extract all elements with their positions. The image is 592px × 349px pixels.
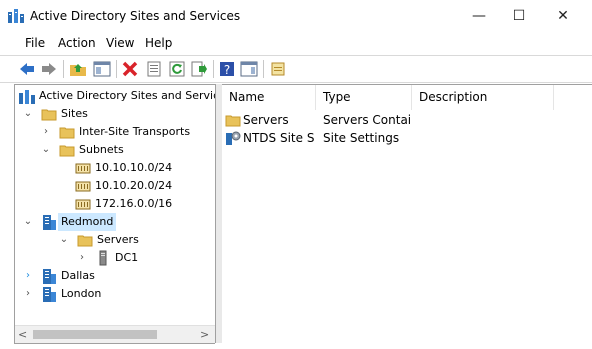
site-icon <box>43 215 56 230</box>
list-item-name: Servers <box>243 113 289 127</box>
menu-file[interactable]: File <box>25 36 45 50</box>
tree-label: 172.16.0.0/16 <box>95 197 173 210</box>
refresh-icon[interactable] <box>168 60 186 78</box>
column-header-description[interactable]: Description <box>412 85 554 110</box>
menu-help[interactable]: Help <box>145 36 172 50</box>
chevron-down-icon[interactable]: ⌄ <box>23 213 33 231</box>
ad-sites-app-icon <box>8 9 24 23</box>
tree-label: Dallas <box>61 269 95 282</box>
folder-icon <box>59 127 75 139</box>
title-bar: Active Directory Sites and Services — ☐ … <box>0 0 592 32</box>
scroll-thumb[interactable] <box>33 330 157 339</box>
new-object-icon[interactable] <box>269 60 287 78</box>
list-item-type: Site Settings <box>323 131 400 145</box>
chevron-right-icon[interactable]: › <box>77 249 87 267</box>
chevron-right-icon[interactable]: › <box>23 267 33 285</box>
forward-icon[interactable] <box>40 60 58 78</box>
chevron-down-icon[interactable]: ⌄ <box>59 231 69 249</box>
ntds-settings-icon <box>226 131 241 145</box>
tree-label: 10.10.20.0/24 <box>95 179 173 192</box>
tree-label: London <box>61 287 102 300</box>
window-title: Active Directory Sites and Services <box>30 9 241 23</box>
tree-label: Redmond <box>58 213 117 231</box>
tree-label: DC1 <box>115 251 139 264</box>
folder-icon <box>77 235 93 247</box>
column-header-type[interactable]: Type <box>316 85 412 110</box>
folder-icon <box>41 109 57 121</box>
menu-bar: File Action View Help <box>0 33 592 53</box>
column-header-name[interactable]: Name <box>222 85 316 110</box>
tree-pane[interactable]: Active Directory Sites and Services ⌄ Si… <box>14 84 215 344</box>
toolbar-separator <box>116 60 117 78</box>
tree-label: 10.10.10.0/24 <box>95 161 173 174</box>
chevron-down-icon[interactable]: ⌄ <box>41 141 51 159</box>
tree-label: Servers <box>97 233 139 246</box>
back-icon[interactable] <box>18 60 36 78</box>
show-hide-action-pane-icon[interactable] <box>240 60 258 78</box>
properties-icon[interactable] <box>145 60 163 78</box>
details-pane[interactable]: Name Type Description Servers Servers Co… <box>222 84 592 344</box>
export-list-icon[interactable] <box>190 60 208 78</box>
help-icon[interactable]: ? <box>218 60 236 78</box>
show-hide-tree-icon[interactable] <box>93 60 111 78</box>
ad-sites-icon <box>19 90 35 104</box>
folder-icon <box>225 115 241 127</box>
menu-action[interactable]: Action <box>58 36 96 50</box>
delete-icon[interactable] <box>121 60 139 78</box>
tree-horizontal-scrollbar[interactable]: < > <box>15 325 215 343</box>
subnet-icon <box>75 199 91 210</box>
tree-label: Sites <box>61 107 88 120</box>
toolbar: ? <box>0 55 592 83</box>
site-icon <box>43 287 56 302</box>
svg-text:?: ? <box>224 63 230 77</box>
chevron-right-icon[interactable]: › <box>41 123 51 141</box>
folder-icon <box>59 145 75 157</box>
up-folder-icon[interactable] <box>69 60 87 78</box>
list-item-type: Servers Contai... <box>323 113 411 127</box>
list-item[interactable]: NTDS Site Se... Site Settings <box>222 129 592 147</box>
tree-label: Subnets <box>79 143 124 156</box>
toolbar-separator <box>213 60 214 78</box>
scroll-right-button[interactable]: > <box>200 326 212 343</box>
list-item-name: NTDS Site Se... <box>243 131 315 145</box>
maximize-button[interactable]: ☐ <box>496 0 542 32</box>
chevron-down-icon[interactable]: ⌄ <box>23 105 33 123</box>
tree-label: Active Directory Sites and Services <box>39 89 215 102</box>
toolbar-separator <box>263 60 264 78</box>
toolbar-separator <box>63 60 64 78</box>
menu-view[interactable]: View <box>106 36 134 50</box>
subnet-icon <box>75 181 91 192</box>
server-icon <box>99 250 107 266</box>
list-item[interactable]: Servers Servers Contai... <box>222 111 592 129</box>
tree-label: Inter-Site Transports <box>79 125 191 138</box>
scroll-left-button[interactable]: < <box>18 326 30 343</box>
close-button[interactable]: ✕ <box>540 0 586 32</box>
site-icon <box>43 269 56 284</box>
subnet-icon <box>75 163 91 174</box>
chevron-right-icon[interactable]: › <box>23 285 33 303</box>
